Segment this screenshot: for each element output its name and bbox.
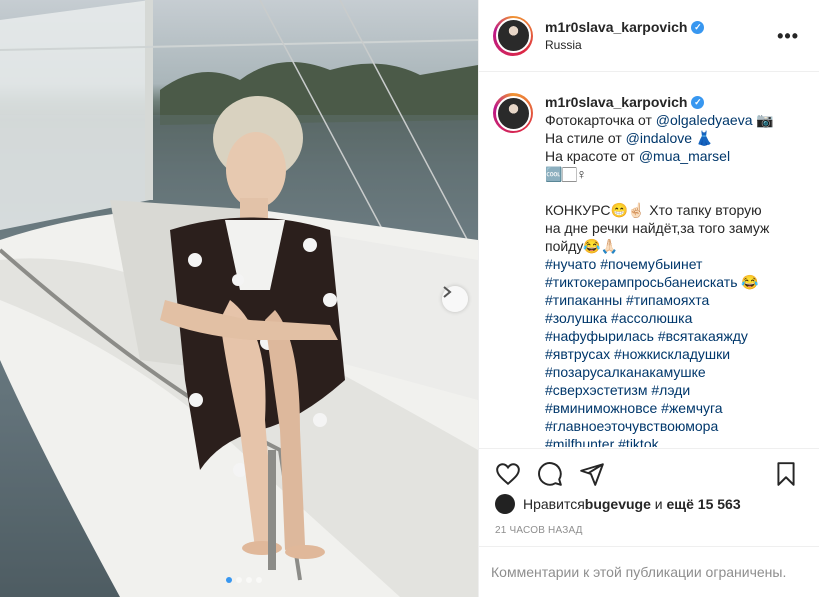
- post-timestamp[interactable]: 21 ЧАСОВ НАЗАД: [495, 525, 583, 536]
- mention-link[interactable]: @olgaledyaeva: [656, 112, 753, 128]
- caption-text: m1r0slava_karpovich ✓ Фотокарточка от @o…: [545, 93, 800, 447]
- dress-emoji: 👗: [692, 130, 714, 146]
- liker-username-link[interactable]: bugevuge: [585, 496, 651, 512]
- verified-badge-icon: ✓: [691, 95, 705, 109]
- post-header: m1r0slava_karpovich ✓ Russia •••: [479, 0, 819, 72]
- carousel-next-button[interactable]: [442, 286, 468, 312]
- hashtag-link[interactable]: #позарусалканакамушке: [545, 363, 800, 381]
- hashtag-link[interactable]: #нафуфырилась #всятакаяжду: [545, 327, 800, 345]
- caption-line: пойду😂🙏🏻: [545, 238, 619, 254]
- hashtag-link[interactable]: #главноеэточувствоюмора: [545, 417, 800, 435]
- hashtag-link[interactable]: #milfhunter #tiktok: [545, 435, 800, 447]
- hashtag-link[interactable]: #золушка #ассолюшка: [545, 309, 800, 327]
- caption-line: 🆒🏻♀: [545, 166, 587, 182]
- carousel-dot: [236, 577, 242, 583]
- caption-line: На красоте от: [545, 148, 639, 164]
- heart-icon[interactable]: [495, 461, 521, 487]
- carousel-dot: [226, 577, 232, 583]
- likes-summary[interactable]: Нравится bugevuge и ещё 15 563: [495, 494, 741, 514]
- mention-link[interactable]: @mua_marsel: [639, 148, 730, 164]
- caption-line: На стиле от: [545, 130, 626, 146]
- action-bar: [479, 448, 819, 498]
- hashtag-link[interactable]: #типаканны #типамояхта: [545, 291, 800, 309]
- camera-emoji: 📷: [752, 112, 774, 128]
- verified-badge-icon: ✓: [691, 20, 705, 34]
- location-link[interactable]: Russia: [545, 38, 704, 52]
- likes-prefix: Нравится: [523, 496, 585, 512]
- hashtag-link[interactable]: #нучато #почемубыинет: [545, 255, 800, 273]
- post-side-panel: m1r0slava_karpovich ✓ Russia ••• m1r0sla…: [478, 0, 819, 597]
- hashtag-link[interactable]: #тиктокерампросьбанеискать 😂: [545, 273, 800, 291]
- caption-line: Фотокарточка от: [545, 112, 656, 128]
- bookmark-icon[interactable]: [773, 461, 799, 487]
- hashtag-link[interactable]: #явтрусах #ножкискладушки: [545, 345, 800, 363]
- chevron-right-icon: [443, 286, 452, 298]
- hashtag-link[interactable]: #сверхэстетизм #лэди: [545, 381, 800, 399]
- likes-count-link[interactable]: ещё 15 563: [667, 496, 741, 512]
- liker-avatar: [495, 494, 515, 514]
- caption-area: m1r0slava_karpovich ✓ Фотокарточка от @o…: [479, 73, 819, 447]
- carousel-dot: [256, 577, 262, 583]
- caption-line: КОНКУРС😁☝🏻 Хто тапку вторую: [545, 202, 762, 218]
- avatar[interactable]: [493, 15, 533, 56]
- mention-link[interactable]: @indalove: [626, 130, 692, 146]
- hashtag-link[interactable]: #вминиможновсе #жемчуга: [545, 399, 800, 417]
- comments-disabled-notice: Комментарии к этой публикации ограничены…: [479, 546, 819, 597]
- comment-icon[interactable]: [537, 461, 563, 487]
- caption-username-link[interactable]: m1r0slava_karpovich: [545, 93, 687, 111]
- caption-avatar[interactable]: [493, 93, 533, 133]
- caption-line: на дне речки найдёт,за того замуж: [545, 220, 770, 236]
- photo-illustration: [0, 0, 478, 597]
- share-icon[interactable]: [579, 461, 605, 487]
- carousel-dot: [246, 577, 252, 583]
- post-photo[interactable]: [0, 0, 478, 597]
- more-options-button[interactable]: •••: [777, 26, 799, 47]
- carousel-indicator: [226, 577, 262, 583]
- likes-conjunction: и: [650, 496, 667, 512]
- username-link[interactable]: m1r0slava_karpovich: [545, 19, 687, 35]
